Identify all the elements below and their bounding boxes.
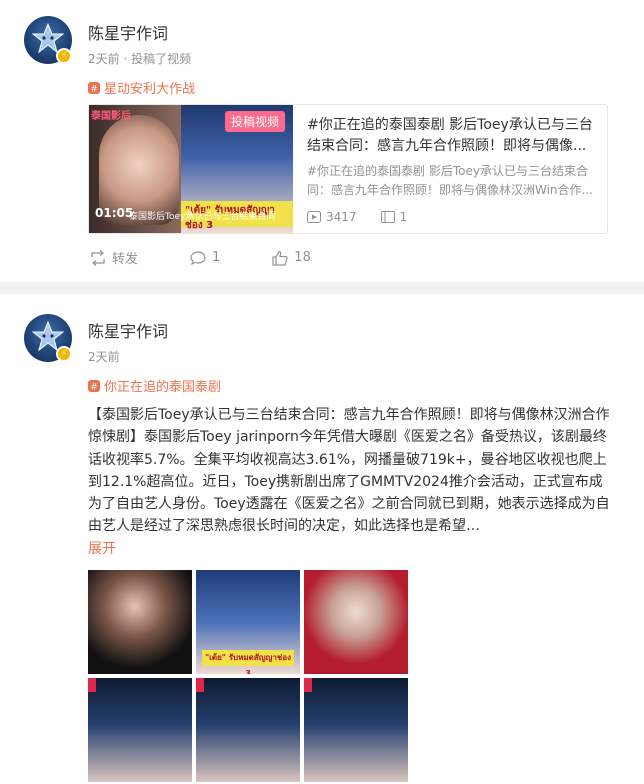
- post-photo[interactable]: [196, 678, 300, 782]
- topic-icon: #: [88, 81, 100, 94]
- post-meta: 2天前: [88, 350, 120, 364]
- post-meta: 2天前 · 投稿了视频: [88, 52, 192, 66]
- topic-label: 你正在追的泰国泰剧: [104, 380, 222, 395]
- expand-link[interactable]: 展开: [88, 538, 116, 558]
- views-stat: 3417: [307, 210, 357, 224]
- collection-icon: [380, 211, 395, 223]
- verified-badge: ⚡: [56, 48, 72, 64]
- repost-label: 转发: [112, 252, 139, 267]
- comment-button[interactable]: 1: [190, 248, 220, 267]
- comment-count: 1: [212, 250, 221, 265]
- post-actions: 转发 1 18: [90, 248, 363, 267]
- repost-title[interactable]: #你正在追的泰国泰剧 影后Toey承认已与三台结束合同：感言九年合作照顾！即将与…: [307, 115, 599, 157]
- video-thumbnail[interactable]: 泰国影后 投稿视频 "เต้ย" รับหมดสัญญาช่อง 3 01:05…: [89, 105, 293, 233]
- feed-card: ⚡ 陈星宇作词 2天前 · 投稿了视频 # 星动安利大作战 泰国影后 投稿视频 …: [0, 0, 644, 282]
- svg-text:#: #: [90, 84, 98, 94]
- feed-card: ⚡ 陈星宇作词 2天前 # 你正在追的泰国泰剧 【泰国影后Toey承认已与三台结…: [0, 294, 644, 784]
- repost-icon: [91, 249, 105, 266]
- post-photo[interactable]: [88, 678, 192, 782]
- post-photo[interactable]: [88, 570, 192, 674]
- topic-icon: #: [88, 379, 100, 392]
- comment-icon: [190, 250, 206, 265]
- play-count-icon: [307, 211, 321, 223]
- username[interactable]: 陈星宇作词: [88, 318, 168, 342]
- repost-stats: 3417 1: [307, 210, 431, 224]
- photo-corner-mark: [88, 678, 96, 692]
- video-duration: 01:05: [95, 206, 134, 220]
- photo-corner-mark: [196, 678, 204, 692]
- post-text: 【泰国影后Toey承认已与三台结束合同：感言九年合作照顾！即将与偶像林汉洲合作惊…: [88, 407, 610, 535]
- like-count: 18: [294, 250, 311, 265]
- video-caption: 泰国影后Toey承认已与三台结束合同: [129, 212, 276, 222]
- collections-stat: 1: [380, 210, 408, 224]
- video-repost-card[interactable]: 泰国影后 投稿视频 "เต้ย" รับหมดสัญญาช่อง 3 01:05…: [88, 104, 608, 234]
- thumbnail-top-text: 泰国影后: [91, 111, 131, 122]
- topic-label: 星动安利大作战: [104, 82, 196, 97]
- post-photo[interactable]: "เต้ย" รับหมดสัญญาช่อง 3: [196, 570, 300, 674]
- views-count: 3417: [326, 210, 357, 224]
- repost-button[interactable]: 转发: [90, 248, 138, 267]
- photo-thai-text: "เต้ย" รับหมดสัญญาช่อง 3: [202, 650, 294, 674]
- username[interactable]: 陈星宇作词: [88, 20, 168, 44]
- topic-link[interactable]: # 星动安利大作战: [88, 78, 195, 97]
- collections-count: 1: [399, 210, 408, 224]
- post-photo[interactable]: [304, 678, 408, 782]
- repost-description: #你正在追的泰国泰剧 影后Toey承认已与三台结束合同：感言九年合作照顾！即将与…: [307, 164, 593, 197]
- like-button[interactable]: 18: [272, 248, 311, 267]
- topic-link[interactable]: # 你正在追的泰国泰剧: [88, 376, 221, 395]
- svg-text:#: #: [90, 382, 98, 392]
- video-tag: 投稿视频: [224, 111, 285, 132]
- photo-corner-mark: [304, 678, 312, 692]
- thumbs-up-icon: [272, 250, 288, 266]
- verified-badge: ⚡: [56, 346, 72, 362]
- post-photo[interactable]: [304, 570, 408, 674]
